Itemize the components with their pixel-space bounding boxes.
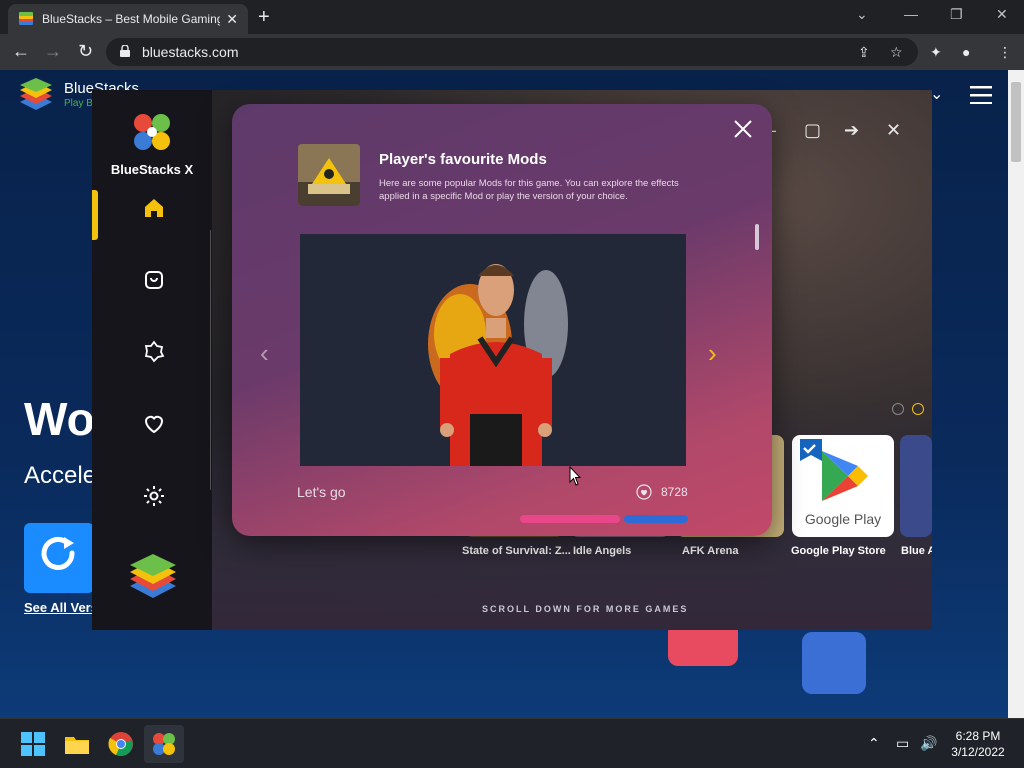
- window-close-icon[interactable]: ✕: [996, 6, 1008, 23]
- game-thumbnail: [298, 144, 360, 206]
- close-icon[interactable]: ✕: [886, 120, 901, 141]
- file-explorer-icon[interactable]: [64, 731, 90, 757]
- share-icon[interactable]: ⇪: [858, 44, 870, 61]
- bsx-sidebar: BlueStacks X: [92, 90, 212, 630]
- close-icon[interactable]: [732, 118, 754, 140]
- browser-titlebar: BlueStacks – Best Mobile Gaming ✕ + ⌄ — …: [0, 0, 1024, 34]
- badge-icon[interactable]: [142, 340, 166, 364]
- volume-icon[interactable]: 🔊: [920, 735, 937, 752]
- google-play-text: Google Play: [804, 511, 882, 527]
- gear-icon[interactable]: [142, 484, 166, 508]
- game-tile-google-play[interactable]: Google Play: [792, 435, 894, 537]
- windows-taskbar: ⌃ ▭ 🔊 6:28 PM 3/12/2022: [0, 718, 1024, 768]
- game-label[interactable]: State of Survival: Z...: [462, 545, 571, 557]
- site-headline: Wo: [24, 393, 95, 445]
- download-icon: [41, 537, 75, 570]
- modal-title: Player's favourite Mods: [379, 151, 547, 168]
- heart-icon[interactable]: [142, 412, 166, 436]
- clock-time: 6:28 PM: [955, 729, 1001, 743]
- address-bar[interactable]: bluestacks.com ⇪ ☆: [106, 38, 918, 66]
- modal-description: Here are some popular Mods for this game…: [379, 178, 679, 202]
- system-clock[interactable]: 6:28 PM 3/12/2022: [940, 728, 1016, 760]
- scroll-hint: SCROLL DOWN FOR MORE GAMES: [482, 604, 689, 614]
- game-label[interactable]: Blue A: [901, 545, 932, 557]
- site-subheadline: Accele: [24, 462, 97, 489]
- hamburger-menu-icon[interactable]: [970, 86, 992, 104]
- state-of-survival-thumbnail: [298, 144, 360, 206]
- new-tab-button[interactable]: +: [258, 5, 270, 29]
- tab-close-icon[interactable]: ✕: [226, 11, 238, 28]
- bluestacks-x-logo: [134, 114, 170, 150]
- game-label[interactable]: Google Play Store: [791, 545, 886, 557]
- browser-tab[interactable]: BlueStacks – Best Mobile Gaming ✕: [8, 4, 248, 34]
- chevron-down-icon[interactable]: ⌄: [930, 84, 943, 104]
- windows-start-icon[interactable]: [20, 731, 46, 757]
- tab-search-icon[interactable]: ⌄: [856, 6, 868, 23]
- page-scrollbar[interactable]: [1008, 70, 1024, 718]
- network-icon[interactable]: ▭: [896, 735, 909, 752]
- modal-scrollbar[interactable]: [754, 224, 759, 524]
- download-button[interactable]: [24, 523, 94, 593]
- heart-like-icon[interactable]: [636, 484, 652, 500]
- mod-preview-video[interactable]: [300, 234, 686, 466]
- scrollbar-thumb[interactable]: [1011, 82, 1021, 162]
- carousel-prev-icon[interactable]: [892, 403, 904, 415]
- clock-date: 3/12/2022: [951, 745, 1005, 759]
- modal-scrollbar-thumb[interactable]: [755, 224, 759, 250]
- bluestacks-x-taskbar-icon[interactable]: [151, 731, 177, 757]
- likes-count: 8728: [661, 485, 688, 499]
- tray-chevron-icon[interactable]: ⌃: [868, 735, 880, 752]
- restore-icon[interactable]: ❐: [950, 6, 963, 23]
- extensions-icon[interactable]: ✦: [930, 44, 942, 61]
- game-tile-blue[interactable]: [900, 435, 932, 537]
- mods-modal: Player's favourite Mods Here are some po…: [232, 104, 772, 536]
- minimize-icon[interactable]: —: [904, 6, 918, 22]
- bluestacks-app-icon[interactable]: [128, 552, 178, 602]
- back-icon[interactable]: ←: [12, 42, 30, 60]
- active-indicator: [92, 190, 98, 240]
- profile-icon[interactable]: ●: [962, 44, 970, 60]
- tab-title: BlueStacks – Best Mobile Gaming: [42, 12, 221, 26]
- game-label[interactable]: AFK Arena: [682, 545, 738, 557]
- install-mod-button[interactable]: [624, 515, 688, 523]
- mouse-cursor: [569, 466, 581, 486]
- mod-name: Let's go: [297, 484, 346, 500]
- carousel-next-icon[interactable]: [912, 403, 924, 415]
- menu-dots-icon[interactable]: ⋮: [998, 44, 1012, 61]
- maximize-icon[interactable]: ▢: [804, 120, 821, 141]
- game-label[interactable]: Idle Angels: [573, 545, 631, 557]
- bluestacks-logo[interactable]: [16, 76, 56, 116]
- forward-icon[interactable]: →: [44, 42, 62, 60]
- chevron-right-icon[interactable]: ›: [708, 338, 717, 369]
- game-tile[interactable]: [802, 632, 866, 694]
- see-all-versions-link[interactable]: See All Vers: [24, 600, 98, 615]
- google-play-icon: [800, 439, 868, 501]
- url-text: bluestacks.com: [142, 44, 239, 60]
- star-icon[interactable]: ☆: [890, 44, 903, 61]
- mod-preview-image: [300, 234, 686, 466]
- bluestacks-favicon: [19, 12, 33, 25]
- open-external-icon[interactable]: ➔: [844, 120, 859, 141]
- browser-toolbar: ← → ↻ bluestacks.com ⇪ ☆ ✦ ● ⋮: [0, 34, 1024, 70]
- site-brand-sub: Play Bi: [64, 98, 96, 109]
- sidebar-divider: [210, 230, 211, 490]
- play-mod-button[interactable]: [520, 515, 620, 523]
- reload-icon[interactable]: ↻: [78, 42, 93, 60]
- store-icon[interactable]: [142, 268, 166, 292]
- chrome-icon[interactable]: [108, 731, 134, 757]
- chevron-left-icon[interactable]: ‹: [260, 338, 269, 369]
- app-name: BlueStacks X: [110, 162, 194, 177]
- lock-icon: [120, 45, 130, 57]
- home-icon[interactable]: [142, 196, 166, 220]
